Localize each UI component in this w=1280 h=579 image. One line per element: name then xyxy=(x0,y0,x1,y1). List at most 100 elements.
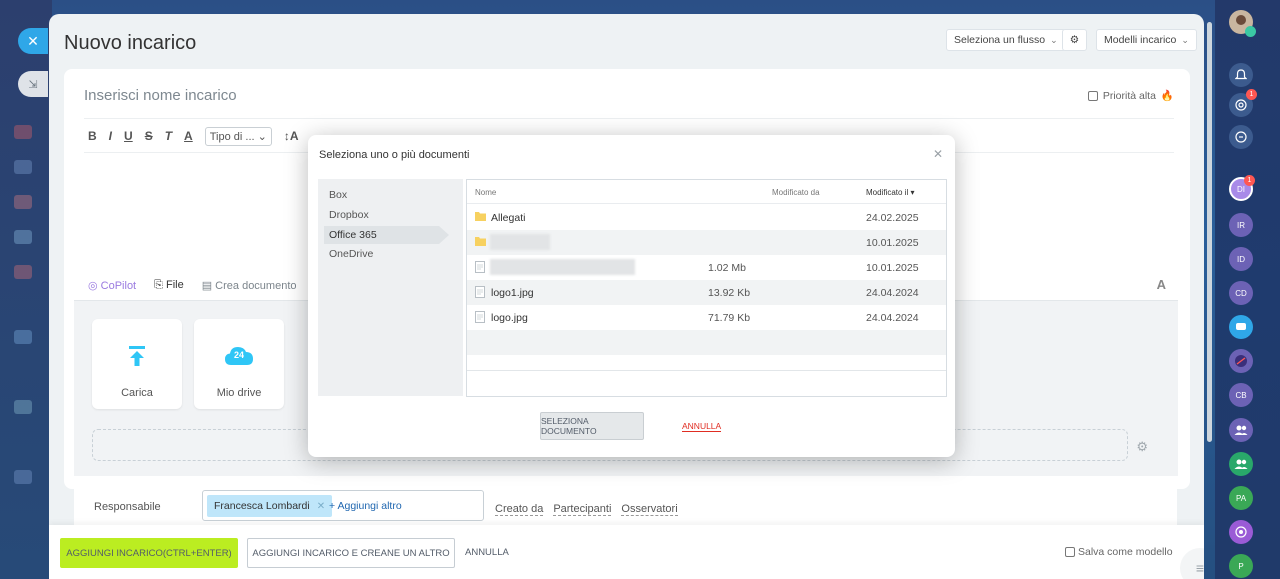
dialog-cancel-button[interactable]: ANNULLA xyxy=(682,421,722,432)
divider xyxy=(467,370,946,371)
participants-link[interactable]: Partecipanti xyxy=(553,503,612,516)
bold-icon[interactable]: B xyxy=(88,129,97,143)
avatar[interactable]: CB xyxy=(1229,383,1253,407)
folder-icon xyxy=(475,236,486,249)
tab-copilot[interactable]: ◎ CoPilot xyxy=(88,279,136,292)
responsible-field[interactable]: Francesca Lombardi ✕ + Aggiungi altro xyxy=(202,490,484,521)
cancel-button[interactable]: ANNULLA xyxy=(465,547,509,558)
file-date: 24.02.2025 xyxy=(866,212,919,224)
form-footer: AGGIUNGI INCARICO(CTRL+ENTER) AGGIUNGI I… xyxy=(49,525,1204,579)
file-size: 13.92 Kb xyxy=(708,287,751,299)
text-format-icon[interactable]: A xyxy=(1157,277,1166,292)
avatar-initials: ID xyxy=(1237,254,1245,264)
source-office365[interactable]: Office 365 xyxy=(324,226,449,244)
task-name-input[interactable]: Inserisci nome incarico xyxy=(84,87,237,104)
bg-blob xyxy=(14,265,32,279)
settings-button[interactable]: ⚙ xyxy=(1062,29,1087,51)
file-row[interactable]: logo1.jpg 13.92 Kb 24.04.2024 xyxy=(467,280,946,305)
search-chat-icon[interactable] xyxy=(1229,125,1253,149)
editor-toolbar: B I U S T A Tipo di ... ⌄ ↕A xyxy=(88,125,299,147)
right-sidebar: 1 DI 1 IR ID CD CB PA P xyxy=(1215,0,1280,579)
avatar[interactable]: CD xyxy=(1229,281,1253,305)
select-document-button[interactable]: SELEZIONA DOCUMENTO xyxy=(540,412,644,440)
file-row[interactable]: logo.jpg 71.79 Kb 24.04.2024 xyxy=(467,305,946,330)
avatar[interactable]: IR xyxy=(1229,213,1253,237)
tab-create-document[interactable]: ▤ Crea documento xyxy=(202,279,297,292)
minimize-slider-button[interactable]: ⇲ xyxy=(18,71,48,97)
save-template-checkbox[interactable] xyxy=(1065,547,1075,557)
avatar[interactable] xyxy=(1229,10,1256,37)
source-onedrive[interactable]: OneDrive xyxy=(324,245,449,263)
bg-blob xyxy=(14,470,32,484)
notifications-bell-icon[interactable] xyxy=(1229,63,1253,87)
upload-tile-label: Carica xyxy=(121,387,153,399)
text-color-icon[interactable]: A xyxy=(184,129,193,143)
clear-format-icon[interactable]: T xyxy=(165,129,172,143)
gear-icon[interactable]: ⚙ xyxy=(1136,439,1148,455)
group-icon[interactable] xyxy=(1229,418,1253,442)
source-box[interactable]: Box xyxy=(324,186,449,204)
source-list: Box Dropbox Office 365 OneDrive xyxy=(318,179,463,396)
font-size-icon[interactable]: ↕A xyxy=(284,129,299,143)
type-select[interactable]: Tipo di ... ⌄ xyxy=(204,126,272,146)
save-as-template-toggle[interactable]: Salva come modello xyxy=(1065,546,1173,558)
observers-link[interactable]: Osservatori xyxy=(621,503,678,516)
document-picker-dialog: Seleziona uno o più documenti ✕ Box Drop… xyxy=(308,135,955,457)
scrollbar[interactable] xyxy=(1207,22,1212,442)
flow-select[interactable]: Seleziona un flusso ⌄ xyxy=(946,29,1066,51)
column-modified-by[interactable]: Modificato da xyxy=(772,188,820,197)
notification-badge: 1 xyxy=(1244,175,1255,186)
activity-icon[interactable]: 1 xyxy=(1229,89,1257,117)
file-date: 10.01.2025 xyxy=(866,237,919,249)
file-size: 71.79 Kb xyxy=(708,312,751,324)
my-drive-tile[interactable]: 24 Mio drive xyxy=(194,319,284,409)
upload-tile[interactable]: Carica xyxy=(92,319,182,409)
file-row[interactable]: 10.01.2025 xyxy=(467,230,946,255)
templates-button-label: Modelli incarico xyxy=(1104,34,1177,46)
add-task-button[interactable]: AGGIUNGI INCARICO(CTRL+ENTER) xyxy=(60,538,238,568)
strikethrough-icon[interactable]: S xyxy=(145,129,153,143)
user-chip[interactable]: Francesca Lombardi ✕ xyxy=(207,495,333,517)
drive-badge: 24 xyxy=(233,350,244,360)
italic-icon[interactable]: I xyxy=(109,129,112,143)
column-modified-on[interactable]: Modificato il ▾ xyxy=(866,188,914,197)
upload-icon xyxy=(92,343,182,369)
my-drive-tile-label: Mio drive xyxy=(216,387,262,399)
tab-create-document-label: Crea documento xyxy=(215,280,297,292)
templates-button[interactable]: Modelli incarico ⌄ xyxy=(1096,29,1197,51)
add-and-create-button[interactable]: AGGIUNGI INCARICO E CREANE UN ALTRO xyxy=(247,538,455,568)
bg-blob xyxy=(14,330,32,344)
group-avatar-icon[interactable] xyxy=(1229,349,1253,373)
tab-copilot-label: CoPilot xyxy=(100,280,137,292)
avatar[interactable]: DI 1 xyxy=(1229,175,1255,201)
copilot-icon[interactable] xyxy=(1229,520,1253,544)
tab-file[interactable]: ⎘ File xyxy=(154,279,184,292)
file-date: 24.04.2024 xyxy=(866,287,919,299)
source-dropbox[interactable]: Dropbox xyxy=(324,206,449,224)
add-more-link[interactable]: + Aggiungi altro xyxy=(329,500,402,512)
avatar-initials: DI xyxy=(1237,184,1245,194)
bg-blob xyxy=(14,160,32,174)
avatar[interactable]: ID xyxy=(1229,247,1253,271)
responsible-label: Responsabile xyxy=(94,501,161,513)
folder-icon xyxy=(475,211,486,224)
avatar-initials: PA xyxy=(1235,493,1247,503)
remove-icon[interactable]: ✕ xyxy=(317,501,325,512)
file-row[interactable]: 1.02 Mb 10.01.2025 xyxy=(467,255,946,280)
menu-icon[interactable]: ≡ xyxy=(1180,548,1204,579)
redacted-name xyxy=(490,234,550,250)
close-icon[interactable]: ✕ xyxy=(933,147,943,161)
priority-checkbox[interactable] xyxy=(1087,90,1098,101)
avatar[interactable]: P xyxy=(1229,554,1253,578)
underline-icon[interactable]: U xyxy=(124,129,133,143)
chat-icon[interactable] xyxy=(1229,315,1253,339)
group-icon[interactable] xyxy=(1229,452,1253,476)
column-name[interactable]: Nome xyxy=(475,188,496,197)
avatar[interactable]: PA xyxy=(1229,486,1253,510)
close-slider-button[interactable]: ✕ xyxy=(18,28,48,54)
high-priority-toggle[interactable]: Priorità alta 🔥 xyxy=(1087,89,1174,102)
file-row[interactable]: Allegati 24.02.2025 xyxy=(467,205,946,230)
created-by-link[interactable]: Creato da xyxy=(495,503,544,516)
divider xyxy=(84,118,1174,119)
tab-file-label: File xyxy=(165,279,184,291)
